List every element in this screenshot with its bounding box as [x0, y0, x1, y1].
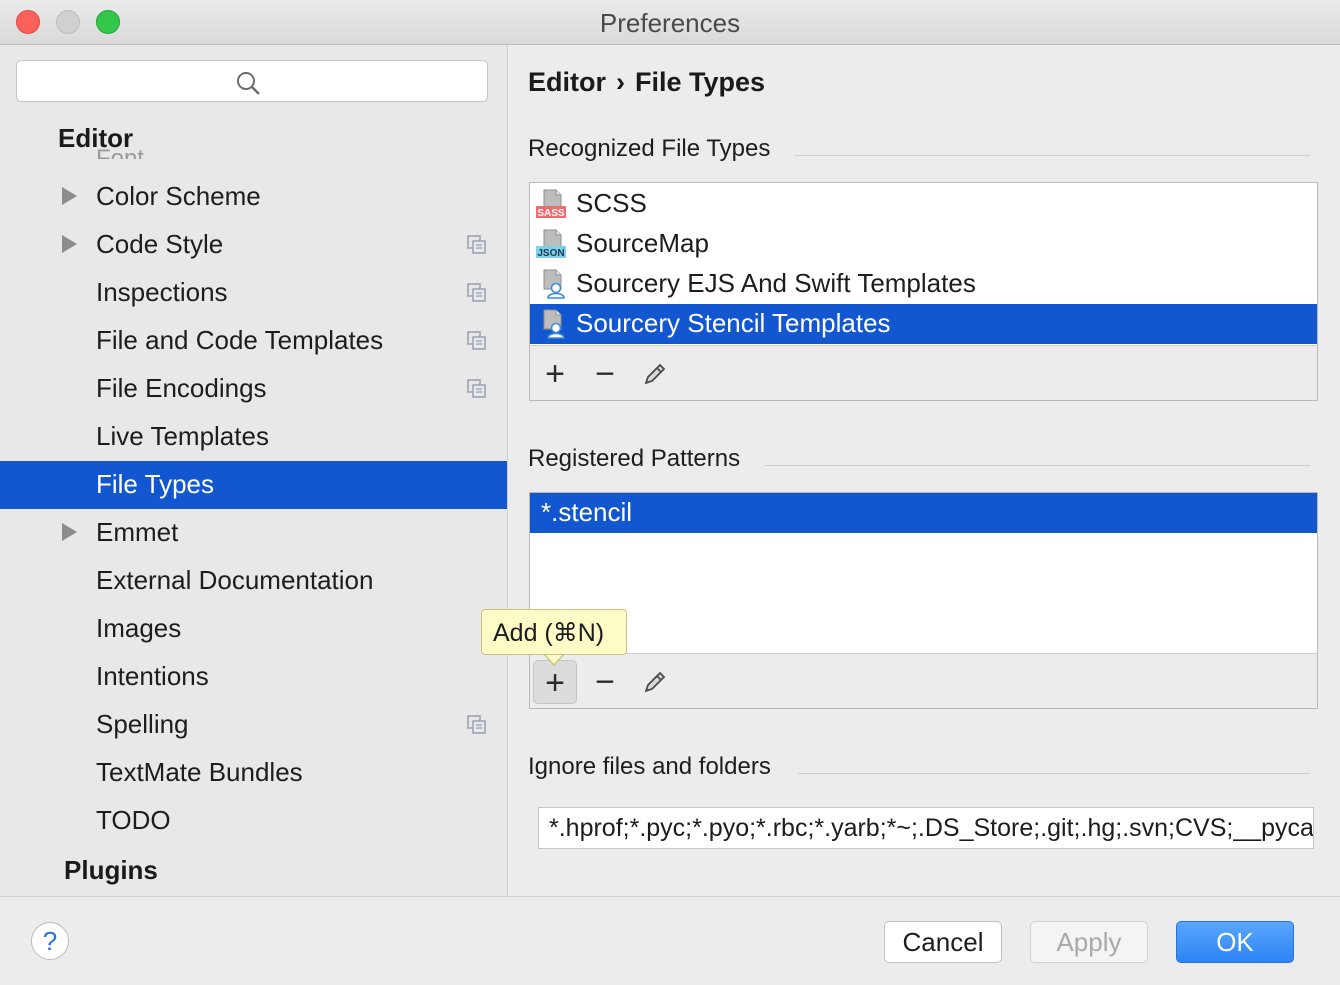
sidebar-item-label: File and Code Templates — [96, 325, 384, 355]
search-icon — [237, 72, 260, 95]
svg-text:SASS: SASS — [537, 208, 565, 219]
project-settings-icon — [467, 715, 486, 734]
template-file-icon — [543, 309, 565, 339]
ignore-files-input[interactable]: *.hprof;*.pyc;*.pyo;*.rbc;*.yarb;*~;.DS_… — [538, 807, 1314, 849]
sidebar-item-file-encodings[interactable]: File Encodings — [0, 365, 507, 413]
template-file-icon — [543, 269, 565, 299]
edit-file-type-button[interactable] — [633, 352, 677, 396]
expand-arrow-icon[interactable] — [62, 187, 77, 205]
sidebar-item-code-style[interactable]: Code Style — [0, 221, 507, 269]
add-pattern-button[interactable]: + — [533, 660, 577, 704]
file-type-label: Sourcery EJS And Swift Templates — [576, 268, 976, 298]
sidebar-item-label: TextMate Bundles — [96, 757, 303, 787]
patterns-toolbar: + − — [529, 653, 1318, 709]
pencil-icon — [644, 363, 666, 385]
sidebar-item-emmet[interactable]: Emmet — [0, 509, 507, 557]
ok-button[interactable]: OK — [1176, 921, 1294, 963]
breadcrumb-separator: › — [616, 67, 625, 97]
ignore-files-title: Ignore files and folders — [528, 753, 771, 780]
pattern-row[interactable]: *.stencil — [530, 493, 1317, 533]
dialog-footer: ? Cancel Apply OK — [0, 896, 1340, 985]
sass-file-icon: SASS — [536, 189, 566, 219]
sidebar-item-label: File Types — [96, 469, 215, 499]
expand-arrow-icon[interactable] — [62, 523, 77, 541]
sidebar-item-textmate-bundles[interactable]: TextMate Bundles — [0, 749, 507, 797]
sidebar-item-label: File Encodings — [96, 373, 267, 403]
remove-file-type-button[interactable]: − — [583, 352, 627, 396]
pencil-icon — [644, 671, 666, 693]
sidebar-item-external-documentation[interactable]: External Documentation — [0, 557, 507, 605]
json-file-icon: JSON — [536, 229, 566, 259]
sidebar-item-label: Spelling — [96, 709, 189, 739]
file-types-panel: Editor › File Types Recognized File Types … — [508, 45, 1340, 896]
recognized-file-types-list[interactable]: SASS SCSS JSON SourceMap Sourcery EJS And Sw… — [529, 182, 1318, 346]
sidebar-item-label: TODO — [96, 805, 171, 835]
divider — [765, 465, 1310, 466]
settings-sidebar: Font Editor Color Scheme Code Style Inspec… — [0, 45, 508, 896]
registered-patterns-list[interactable]: *.stencil — [529, 492, 1318, 656]
sidebar-item-inspections[interactable]: Inspections — [0, 269, 507, 317]
sidebar-item-todo[interactable]: TODO — [0, 797, 507, 845]
svg-text:JSON: JSON — [537, 248, 564, 259]
apply-button[interactable]: Apply — [1030, 921, 1148, 963]
breadcrumb-parent: Editor — [528, 67, 606, 97]
sidebar-item-label: Emmet — [96, 517, 179, 547]
file-type-label: SourceMap — [576, 228, 709, 258]
sidebar-item-spelling[interactable]: Spelling — [0, 701, 507, 749]
recognized-file-types-title: Recognized File Types — [528, 135, 771, 162]
pattern-label: *.stencil — [541, 497, 633, 527]
sidebar-item-live-templates[interactable]: Live Templates — [0, 413, 507, 461]
file-type-row[interactable]: JSON SourceMap — [530, 224, 1317, 264]
expand-arrow-icon[interactable] — [62, 235, 77, 253]
breadcrumb-current: File Types — [635, 67, 766, 97]
project-settings-icon — [467, 331, 486, 350]
group-header-plugins[interactable]: Plugins — [64, 855, 158, 886]
add-tooltip: Add (⌘N) — [481, 609, 627, 655]
recognized-toolbar: + − — [529, 345, 1318, 401]
group-header-editor[interactable]: Editor — [58, 123, 133, 154]
tooltip-text: Add (⌘N) — [493, 619, 605, 647]
ignore-files-value: *.hprof;*.pyc;*.pyo;*.rbc;*.yarb;*~;.DS_… — [549, 814, 1314, 842]
file-type-row[interactable]: Sourcery EJS And Swift Templates — [530, 264, 1317, 304]
window-title: Preferences — [599, 8, 741, 38]
file-type-label: Sourcery Stencil Templates — [576, 308, 891, 338]
add-file-type-button[interactable]: + — [533, 352, 577, 396]
sidebar-item-label: External Documentation — [96, 565, 374, 595]
title-bar: Preferences — [0, 0, 1340, 45]
sidebar-item-file-and-code-templates[interactable]: File and Code Templates — [0, 317, 507, 365]
file-type-row[interactable]: Sourcery Stencil Templates — [530, 304, 1317, 344]
sidebar-item-intentions[interactable]: Intentions — [0, 653, 507, 701]
sidebar-item-label: Color Scheme — [96, 181, 261, 211]
remove-pattern-button[interactable]: − — [583, 660, 627, 704]
breadcrumb: Editor › File Types — [528, 67, 765, 98]
divider — [795, 155, 1310, 156]
divider — [798, 773, 1310, 774]
sidebar-item-color-scheme[interactable]: Color Scheme — [0, 173, 507, 221]
sidebar-item-label: Images — [96, 613, 182, 643]
help-button[interactable]: ? — [31, 922, 69, 960]
sidebar-item-label: Code Style — [96, 229, 224, 259]
project-settings-icon — [467, 283, 486, 302]
sidebar-item-label: Live Templates — [96, 421, 269, 451]
registered-patterns-title: Registered Patterns — [528, 445, 741, 472]
search-input[interactable] — [16, 60, 488, 102]
edit-pattern-button[interactable] — [633, 660, 677, 704]
sidebar-item-label: Inspections — [96, 277, 228, 307]
sidebar-item-images[interactable]: Images — [0, 605, 507, 653]
file-type-row[interactable]: SASS SCSS — [530, 184, 1317, 224]
cancel-button[interactable]: Cancel — [884, 921, 1002, 963]
project-settings-icon — [467, 235, 486, 254]
project-settings-icon — [467, 379, 486, 398]
sidebar-item-file-types[interactable]: File Types — [0, 461, 507, 509]
file-type-label: SCSS — [576, 188, 647, 218]
sidebar-item-label: Intentions — [96, 661, 209, 691]
